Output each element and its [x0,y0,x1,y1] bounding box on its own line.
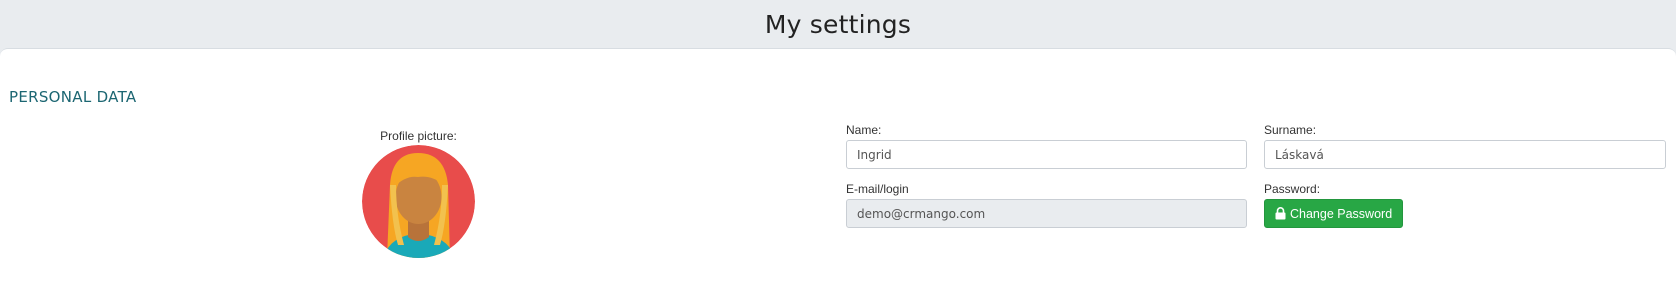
page-title: My settings [764,10,912,39]
name-field[interactable] [846,140,1247,169]
page-header: My settings [0,0,1676,50]
female-avatar-icon [362,145,475,258]
lock-icon [1275,207,1286,220]
change-password-label: Change Password [1290,206,1393,221]
change-password-button[interactable]: Change Password [1264,199,1404,228]
surname-field[interactable] [1264,140,1666,169]
email-label: E-mail/login [846,182,909,196]
surname-label: Surname: [1264,123,1317,137]
password-label: Password: [1264,182,1321,196]
profile-picture-label: Profile picture: [380,129,457,143]
section-title-personal-data: PERSONAL DATA [9,88,137,106]
email-field [846,199,1247,228]
name-label: Name: [846,123,882,137]
avatar[interactable] [362,145,475,258]
